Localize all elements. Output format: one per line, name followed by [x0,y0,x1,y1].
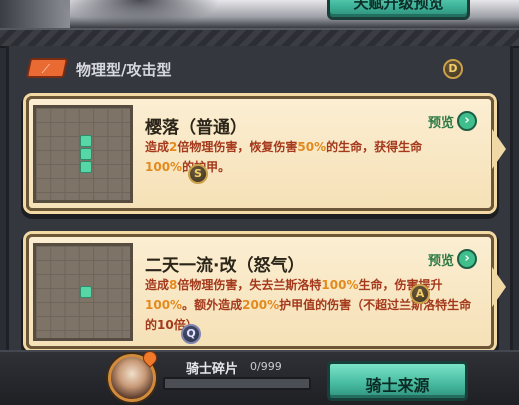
artwork-shade [60,0,220,28]
desc-text: 。额外造成 [182,298,243,312]
skill-card-1: 樱落（普通） 预览 › 造成2倍物理伤害，恢复伤害50%的生命，获得生命 100%… [26,96,506,211]
skill-name: 樱落（普通） [145,118,247,138]
talent-upgrade-preview-label: 天赋升级预览 [353,0,444,12]
desc-text: 倍物理伤害，恢复伤害 [177,140,298,154]
chevron-right-icon[interactable]: › [457,111,477,131]
knight-avatar[interactable] [108,348,160,402]
fragment-progress-bar [163,377,311,390]
desc-value: 100% [145,298,183,312]
shape-cell [80,161,92,173]
skill-shape-grid [33,105,133,203]
preview-label: 预览 [427,253,454,269]
shape-cell [80,286,92,298]
desc-text: 的生命，获得生命 [326,140,423,154]
desc-value: 50% [297,140,327,154]
knight-source-button[interactable]: 骑士来源 [327,361,468,401]
chevron-right-icon[interactable]: › [457,249,477,269]
desc-text: 生命，伤害提升 [358,278,443,292]
shape-cell [80,135,92,147]
desc-value: 200% [242,298,280,312]
panel-frame-border [0,28,519,48]
skill-name: 二天一流·改（怒气） [145,256,305,276]
talent-upgrade-preview-button[interactable]: 天赋升级预览 [327,0,470,20]
fragment-label: 骑士碎片 [186,362,239,377]
desc-value: 100% [321,278,359,292]
badge-q[interactable]: Q [181,324,201,344]
sword-icon: ⟋ [25,58,69,78]
card-arrow [492,129,506,169]
preview-button[interactable]: 预览 › [428,110,477,132]
blade-glyph: ⟋ [41,62,51,76]
card-arrow [492,267,506,307]
badge-d[interactable]: D [443,59,463,79]
badge-s[interactable]: S [188,164,208,184]
desc-text: 造成 [145,140,170,154]
desc-text: 造成 [145,278,170,292]
desc-text: 倍物理伤害，失去兰斯洛特 [177,278,322,292]
section-header: ⟋ 物理型/攻击型 [25,58,288,80]
fragment-count: 0/999 [250,360,282,373]
badge-a[interactable]: A [410,284,430,304]
section-title: 物理型/攻击型 [76,61,172,79]
preview-label: 预览 [427,115,454,131]
shape-cell [80,148,92,160]
desc-value: 100% [145,160,183,174]
preview-button[interactable]: 预览 › [428,248,477,270]
skill-shape-grid [33,243,133,341]
knight-source-label: 骑士来源 [365,376,430,395]
